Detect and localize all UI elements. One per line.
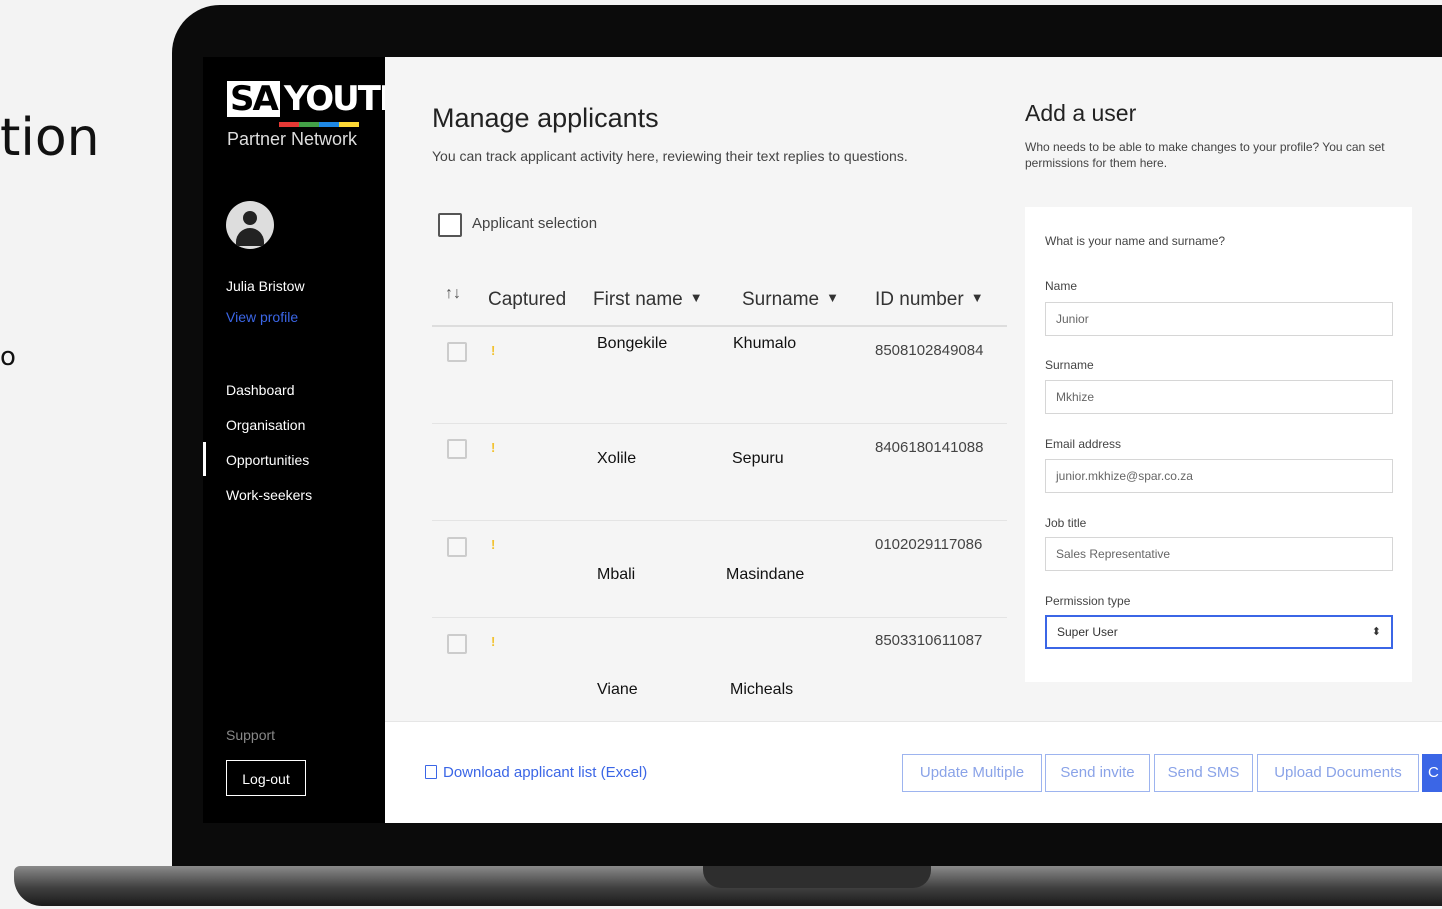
table-row[interactable]: ! Viane Micheals 8503310611087 [432, 618, 1007, 714]
captured-flag-icon: ! [491, 440, 496, 455]
sidebar: SA YOUTH Partner Network Julia Bristow V… [203, 57, 407, 823]
user-name: Julia Bristow [226, 278, 305, 294]
logo-sa: SA [227, 81, 280, 117]
email-field[interactable]: junior.mkhize@spar.co.za [1045, 459, 1393, 493]
column-header-captured[interactable]: Captured [488, 289, 566, 311]
logo-color-bar [279, 122, 359, 127]
cell-id-number: 8508102849084 [875, 342, 984, 359]
cell-surname: Sepuru [732, 450, 784, 467]
download-label: Download applicant list (Excel) [443, 764, 648, 781]
update-multiple-button[interactable]: Update Multiple [902, 754, 1042, 792]
sa-youth-logo[interactable]: SA YOUTH Partner Network [227, 81, 407, 150]
column-header-surname[interactable]: Surname ▼ [742, 289, 839, 311]
name-label: Name [1045, 279, 1078, 293]
column-header-first-name[interactable]: First name ▼ [593, 289, 703, 311]
page-subtitle: You can track applicant activity here, r… [432, 148, 908, 164]
column-header-captured-label: Captured [488, 289, 567, 310]
logo-subtitle: Partner Network [227, 129, 358, 149]
cell-first-name: Xolile [597, 450, 637, 467]
logout-button[interactable]: Log-out [226, 760, 306, 796]
chevron-down-icon: ▼ [689, 290, 703, 305]
cell-first-name: Mbali [597, 566, 636, 583]
send-invite-button[interactable]: Send invite [1045, 754, 1150, 792]
applicant-selection-label: Applicant selection [472, 215, 598, 232]
background-partial-text: o [0, 342, 16, 372]
app-screen: SA YOUTH Partner Network Julia Bristow V… [203, 57, 1442, 823]
view-profile-link[interactable]: View profile [226, 309, 298, 325]
primary-action-button[interactable]: C [1422, 754, 1442, 792]
cell-first-name: Viane [597, 681, 638, 698]
name-field[interactable]: Junior [1045, 302, 1393, 336]
sidebar-item-work-seekers[interactable]: Work-seekers [226, 486, 312, 521]
cell-id-number: 0102029117086 [875, 536, 983, 553]
column-header-first-name-label: First name [593, 289, 683, 310]
support-link[interactable]: Support [226, 727, 275, 743]
download-applicant-list-link[interactable]: Download applicant list (Excel) [425, 764, 647, 781]
page-title: Manage applicants [432, 103, 659, 133]
row-checkbox[interactable] [447, 634, 467, 654]
column-header-id-number-label: ID number [875, 289, 964, 310]
job-title-label: Job title [1045, 516, 1087, 530]
add-user-subtitle: Who needs to be able to make changes to … [1025, 140, 1385, 170]
table-row[interactable]: ! Bongekile Khumalo 8508102849084 [432, 327, 1007, 424]
surname-field[interactable]: Mkhize [1045, 380, 1393, 414]
job-title-field[interactable]: Sales Representative [1045, 537, 1393, 571]
applicant-selection-checkbox[interactable] [438, 213, 462, 237]
captured-flag-icon: ! [491, 343, 496, 358]
sort-icon[interactable]: ↑↓ [445, 285, 461, 303]
sidebar-item-dashboard[interactable]: Dashboard [226, 381, 312, 416]
main-content: Manage applicants You can track applican… [385, 57, 1442, 823]
user-icon [243, 211, 257, 225]
footer-action-bar: Download applicant list (Excel) Update M… [385, 721, 1442, 823]
row-checkbox[interactable] [447, 537, 467, 557]
add-user-title: Add a user [1025, 100, 1137, 126]
captured-flag-icon: ! [491, 634, 496, 649]
column-header-id-number[interactable]: ID number ▼ [875, 289, 984, 311]
cell-surname: Micheals [730, 681, 794, 698]
add-user-form: What is your name and surname? Name Juni… [1025, 207, 1412, 682]
permission-type-select[interactable]: Super User ⬍ [1045, 615, 1393, 649]
row-checkbox[interactable] [447, 342, 467, 362]
permission-type-value: Super User [1057, 625, 1118, 639]
select-arrows-icon: ⬍ [1371, 626, 1381, 638]
surname-label: Surname [1045, 358, 1094, 372]
chevron-down-icon: ▼ [970, 290, 984, 305]
chevron-down-icon: ▼ [826, 290, 839, 305]
sidebar-nav: Dashboard Organisation Opportunities Wor… [226, 381, 312, 521]
laptop-notch [703, 866, 931, 888]
table-row[interactable]: ! Mbali Masindane 0102029117086 [432, 521, 1007, 618]
sidebar-item-opportunities[interactable]: Opportunities [226, 451, 312, 486]
email-label: Email address [1045, 437, 1122, 451]
cell-surname: Masindane [726, 566, 805, 583]
send-sms-button[interactable]: Send SMS [1154, 754, 1253, 792]
column-header-surname-label: Surname [742, 289, 820, 310]
background-partial-heading: tion [0, 108, 100, 168]
upload-documents-button[interactable]: Upload Documents [1257, 754, 1419, 792]
sidebar-item-organisation[interactable]: Organisation [226, 416, 312, 451]
active-nav-indicator [203, 442, 206, 476]
document-icon [425, 765, 437, 779]
cell-first-name: Bongekile [597, 335, 668, 352]
cell-id-number: 8503310611087 [875, 632, 983, 649]
permission-type-label: Permission type [1045, 594, 1131, 608]
row-checkbox[interactable] [447, 439, 467, 459]
cell-id-number: 8406180141088 [875, 439, 984, 456]
captured-flag-icon: ! [491, 537, 496, 552]
table-row[interactable]: ! Xolile Sepuru 8406180141088 [432, 424, 1007, 521]
user-icon-body [236, 228, 264, 246]
cell-surname: Khumalo [733, 335, 797, 352]
form-question: What is your name and surname? [1045, 234, 1226, 248]
avatar[interactable] [226, 201, 274, 249]
